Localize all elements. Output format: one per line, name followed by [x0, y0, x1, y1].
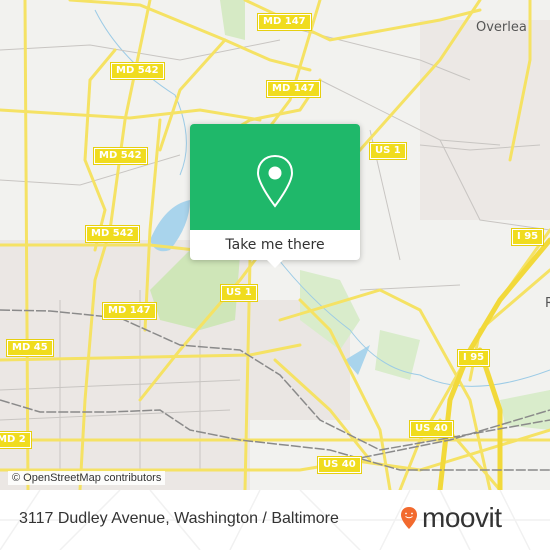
- road-label-us40: US 40: [317, 456, 362, 474]
- moovit-wordmark: moovit: [422, 502, 502, 533]
- destination-address: 3117 Dudley Avenue, Washington / Baltimo…: [19, 510, 339, 527]
- road-label-us1: US 1: [220, 284, 258, 302]
- location-pin-icon: [256, 154, 294, 208]
- road-label-us1: US 1: [369, 142, 407, 160]
- road-label-i95: I 95: [456, 349, 491, 367]
- road-label-md147: MD 147: [266, 80, 321, 98]
- road-label-md147: MD 147: [102, 302, 157, 320]
- place-label-overlea: Overlea: [476, 20, 527, 35]
- place-label-edge: R: [545, 296, 550, 311]
- road-label-md542: MD 542: [110, 62, 165, 80]
- road-label-us40: US 40: [409, 420, 454, 438]
- road-label-md2: MD 2: [0, 431, 32, 449]
- road-label-md45: MD 45: [6, 339, 54, 357]
- map-canvas[interactable]: MD 147 MD 542 MD 147 MD 542 US 1 MD 542 …: [0, 0, 550, 490]
- popup-header: [190, 124, 360, 230]
- moovit-pin-icon: [401, 507, 417, 529]
- road-label-md542: MD 542: [85, 225, 140, 243]
- road-label-i95: I 95: [510, 228, 545, 246]
- road-label-md542: MD 542: [93, 147, 148, 165]
- take-me-there-button[interactable]: Take me there: [190, 230, 360, 260]
- popup-pointer: [267, 260, 283, 268]
- destination-popup: Take me there: [190, 124, 360, 268]
- map-attribution[interactable]: © OpenStreetMap contributors: [8, 471, 166, 485]
- moovit-logo[interactable]: moovit: [400, 502, 502, 534]
- road-label-md147: MD 147: [257, 13, 312, 31]
